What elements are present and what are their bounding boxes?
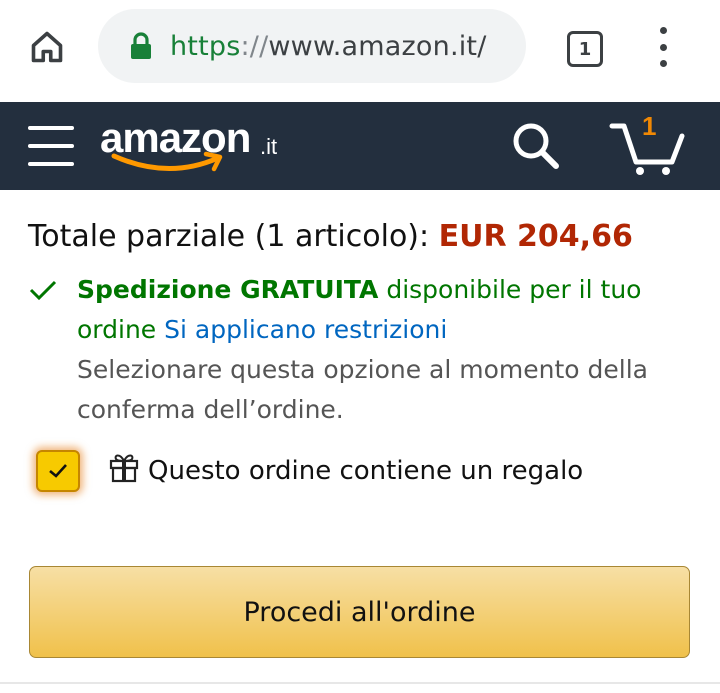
hamburger-icon[interactable] bbox=[28, 126, 74, 166]
search-icon bbox=[513, 123, 559, 169]
lock-icon bbox=[128, 31, 154, 61]
search-button[interactable] bbox=[508, 118, 564, 174]
cart-button[interactable]: 1 bbox=[608, 111, 688, 178]
proceed-label: Procedi all'ordine bbox=[243, 596, 476, 628]
subtotal-price: EUR 204,66 bbox=[438, 219, 633, 254]
url-separator: :// bbox=[240, 30, 269, 62]
tab-count: 1 bbox=[578, 38, 592, 60]
proceed-to-checkout-button[interactable]: Procedi all'ordine bbox=[29, 566, 690, 658]
shipping-text: Spedizione GRATUITA disponibile per il t… bbox=[77, 270, 707, 350]
amazon-logo[interactable]: amazon .it bbox=[100, 114, 300, 180]
subtotal: Totale parziale (1 articolo): EUR 204,66 bbox=[28, 219, 633, 254]
smile-arrow-icon bbox=[111, 151, 223, 172]
restrictions-link[interactable]: Si applicano restrizioni bbox=[164, 315, 447, 344]
divider bbox=[0, 682, 720, 684]
home-button[interactable] bbox=[26, 26, 68, 68]
gift-checkbox[interactable] bbox=[36, 450, 80, 492]
gift-icon bbox=[109, 454, 139, 483]
url-text: https://www.amazon.it/ bbox=[170, 31, 487, 62]
logo-tld: .it bbox=[260, 134, 278, 159]
shipping-free-label: Spedizione GRATUITA bbox=[77, 275, 379, 304]
gift-label[interactable]: Questo ordine contiene un regalo bbox=[148, 456, 583, 486]
address-bar[interactable]: https://www.amazon.it/ bbox=[98, 9, 526, 83]
cart-count: 1 bbox=[642, 111, 657, 141]
checkbox-check-icon bbox=[49, 464, 67, 478]
browser-toolbar: https://www.amazon.it/ 1 bbox=[0, 0, 720, 100]
tab-switcher-button[interactable]: 1 bbox=[567, 31, 603, 67]
subtotal-label: Totale parziale (1 articolo): bbox=[28, 219, 430, 254]
home-icon bbox=[31, 31, 63, 63]
more-vert-icon[interactable] bbox=[652, 27, 674, 67]
url-scheme: https bbox=[170, 30, 241, 62]
url-host: www.amazon.it/ bbox=[268, 30, 487, 62]
checkmark-icon bbox=[29, 280, 57, 301]
shipping-note: Selezionare questa opzione al momento de… bbox=[77, 355, 648, 424]
